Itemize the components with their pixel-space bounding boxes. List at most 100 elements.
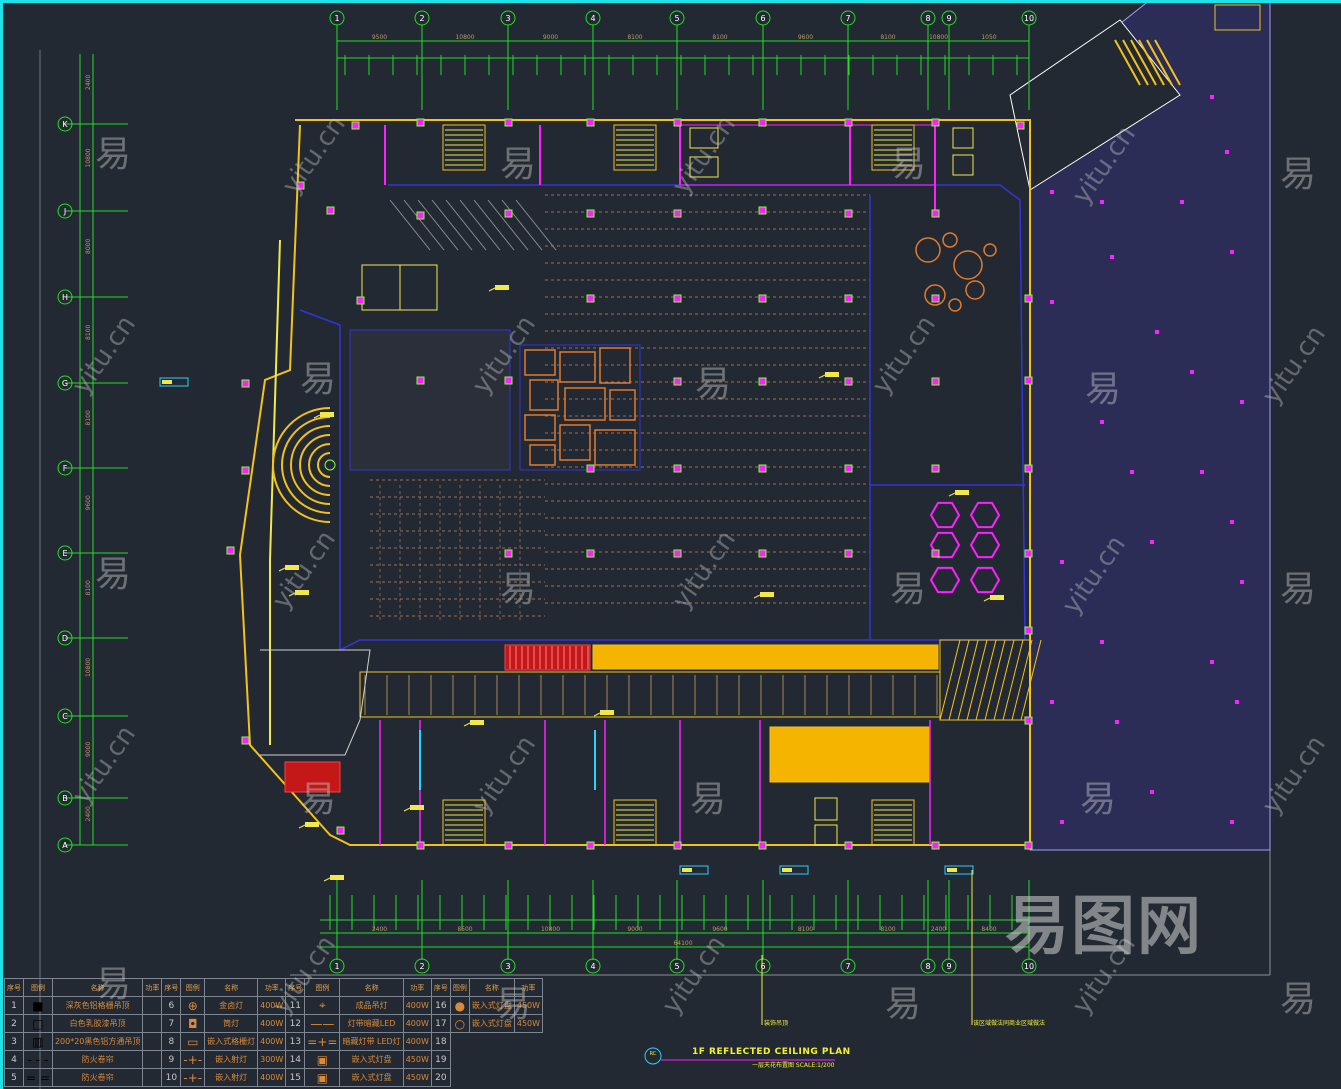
- ceiling-light: [758, 294, 767, 303]
- ceiling-light: [1200, 470, 1204, 474]
- ceiling-light: [1024, 549, 1033, 558]
- callout-code: [782, 868, 792, 872]
- shop-front-band: [359, 671, 941, 718]
- legend-row: 1 ■ 深灰色铝格栅吊顶 6 ⊕ 金卤灯 400W 11 ⌖ 成品吊灯 400W 16 ● 嵌入式灯盘 45…: [4, 996, 544, 1015]
- legend-name: 嵌入式灯盘: [468, 1014, 515, 1033]
- legend-header: 序号: [161, 978, 182, 997]
- feature-ceiling-frame: [519, 344, 641, 471]
- legend-name: 嵌入射灯: [204, 1068, 259, 1087]
- ceiling-light: [758, 549, 767, 558]
- leader-line: [298, 824, 306, 829]
- zone-hatch: [948, 639, 970, 721]
- legend-symbol: ⌖: [304, 996, 341, 1015]
- legend-symbol: = =: [23, 1068, 53, 1087]
- ceiling-light: [1190, 370, 1194, 374]
- yellow-ceiling-panel: [769, 726, 931, 783]
- callout-code: [947, 868, 957, 872]
- ceiling-light: [416, 118, 425, 127]
- ceiling-light: [586, 294, 595, 303]
- legend-name: 暗藏灯带 LED灯: [339, 1032, 404, 1051]
- legend-power: [142, 996, 163, 1015]
- legend-power: [142, 1050, 163, 1069]
- ceiling-light: [844, 294, 853, 303]
- legend-symbol: ▣: [304, 1050, 341, 1069]
- legend-header: 名称: [468, 978, 515, 997]
- legend-power: 450W: [402, 1050, 432, 1069]
- ceiling-light: [1024, 716, 1033, 725]
- ceiling-light: [1100, 200, 1104, 204]
- legend-symbol: ■: [23, 996, 53, 1015]
- dimension-text: 8100: [798, 926, 813, 933]
- feature-ceiling-panel: [524, 349, 556, 376]
- zone-hatch: [993, 639, 1015, 721]
- light-tag: [825, 372, 839, 377]
- feature-ceiling-panel: [609, 389, 636, 421]
- viewport-border: [0, 0, 1341, 3]
- ceiling-light: [504, 376, 513, 385]
- legend-power: 400W: [257, 1068, 287, 1087]
- ceiling-light: [504, 209, 513, 218]
- stair: [442, 124, 486, 171]
- arc-ceiling-feature: [290, 425, 331, 505]
- light-tag: [470, 720, 484, 725]
- ceiling-light: [1130, 470, 1134, 474]
- legend-row: 3 ▥ 200*20黑色铝方通吊顶 8 ▭ 嵌入式格栅灯 400W 13 =+= 暗藏灯带 LED…: [4, 1032, 543, 1051]
- ceiling-light: [1210, 660, 1214, 664]
- ceiling-light: [1100, 640, 1104, 644]
- ceiling-light: [673, 841, 682, 850]
- ceiling-light: [504, 549, 513, 558]
- ceiling-light: [586, 841, 595, 850]
- axis-label-left: E: [62, 549, 67, 558]
- ceiling-light: [758, 841, 767, 850]
- ceiling-light: [844, 464, 853, 473]
- ceiling-light: [336, 826, 345, 835]
- ceiling-light: [1180, 200, 1184, 204]
- dimension-text: 2400: [931, 926, 946, 933]
- axis-label-bottom: 2: [419, 962, 424, 971]
- leader-line: [323, 877, 331, 882]
- feature-ceiling-panel: [559, 351, 596, 383]
- dotted-ceiling-zone: [349, 329, 511, 471]
- ceiling-light: [673, 118, 682, 127]
- elevator: [952, 127, 974, 149]
- legend-header: 功率: [513, 978, 544, 997]
- legend-symbol: -+-: [180, 1068, 206, 1087]
- axis-label-top: 8: [925, 14, 930, 23]
- ceiling-light: [1024, 294, 1033, 303]
- ceiling-light: [673, 464, 682, 473]
- legend-number: 3: [4, 1032, 24, 1051]
- dimension-text: 2400: [372, 926, 387, 933]
- dimension-text: 8100: [85, 580, 92, 595]
- light-tag: [990, 595, 1004, 600]
- light-tag: [320, 412, 334, 417]
- dimension-text: 8100: [880, 34, 895, 41]
- zone-hatch: [984, 639, 1006, 721]
- hexagon-ceiling-feature: [969, 566, 1001, 594]
- feature-ceiling-panel: [529, 379, 559, 411]
- legend-name: 嵌入射灯: [204, 1050, 259, 1069]
- axis-label-left: B: [62, 794, 68, 803]
- legend-number: 6: [161, 996, 182, 1015]
- leader-line: [818, 374, 826, 379]
- legend-power: 400W: [257, 996, 287, 1015]
- legend-number: 13: [285, 1032, 306, 1051]
- legend-symbol: □: [23, 1014, 53, 1033]
- ceiling-light: [416, 211, 425, 220]
- elevator: [689, 156, 719, 178]
- legend-symbol: ⊕: [180, 996, 206, 1015]
- axis-label-bottom: 9: [946, 962, 951, 971]
- legend-number: 2: [4, 1014, 24, 1033]
- ceiling-light: [758, 377, 767, 386]
- legend-symbol: ●: [449, 996, 470, 1015]
- drawing-subtitle: 一层天花布置图 SCALE:1/200: [752, 1062, 835, 1069]
- legend-header-row: 序号 图例 名称 功率 序号 图例 名称 功率 序号 图例 名称 功率 序号 图例 名称 功率: [4, 978, 544, 997]
- axis-label-bottom: 6: [760, 962, 765, 971]
- axis-label-top: 6: [760, 14, 765, 23]
- legend-header: 序号: [430, 978, 451, 997]
- ceiling-light: [758, 464, 767, 473]
- legend-name: 防火卷帘: [51, 1068, 144, 1087]
- axis-label-bottom: 5: [674, 962, 679, 971]
- title-callout-symbol: RC: [650, 1051, 657, 1057]
- lobby-wall: [260, 649, 371, 756]
- light-tag: [295, 590, 309, 595]
